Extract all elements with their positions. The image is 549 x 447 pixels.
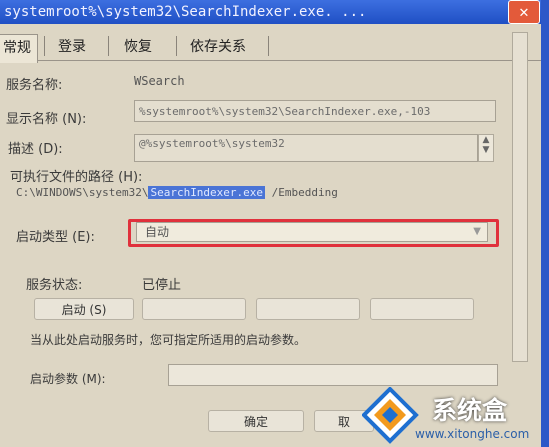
stop-button[interactable] <box>142 298 246 320</box>
tab-recovery[interactable]: 恢复 <box>124 36 152 56</box>
description-label: 描述 (D): <box>8 142 63 157</box>
exe-path-label: 可执行文件的路径 (H): <box>10 170 143 185</box>
service-name-value: WSearch <box>134 74 185 88</box>
service-status-label: 服务状态: <box>26 278 83 293</box>
tab-separator <box>108 36 109 56</box>
pause-button[interactable] <box>256 298 360 320</box>
window-title: systemroot%\system32\SearchIndexer.exe. … <box>4 4 367 20</box>
tab-general[interactable]: 常规 <box>0 34 38 63</box>
right-scrollbar[interactable] <box>512 32 528 362</box>
window-right-edge <box>541 0 549 447</box>
exe-path-suffix: /Embedding <box>265 186 338 199</box>
start-params-label: 启动参数 (M): <box>30 372 106 386</box>
tab-bar: 常规 登录 恢复 依存关系 <box>0 28 541 63</box>
ok-button[interactable]: 确定 <box>208 410 304 432</box>
scroll-down-icon[interactable]: ▼ <box>479 145 493 155</box>
start-button[interactable]: 启动 (S) <box>34 298 134 320</box>
start-params-field[interactable] <box>168 364 498 386</box>
exe-path-value[interactable]: C:\WINDOWS\system32\ SearchIndexer.exe /E… <box>16 186 338 199</box>
logo-icon <box>362 387 419 444</box>
service-name-label: 服务名称: <box>6 78 63 93</box>
exe-path-prefix: C:\WINDOWS\system32\ <box>16 186 149 199</box>
close-button[interactable]: ✕ <box>508 0 540 24</box>
tab-separator <box>176 36 177 56</box>
watermark-title: 系统盒 <box>432 396 508 425</box>
description-field[interactable]: @%systemroot%\system32 <box>134 134 478 162</box>
display-name-label: 显示名称 (N): <box>6 112 87 127</box>
watermark-url: www.xitonghe.com <box>415 427 530 441</box>
window-titlebar[interactable]: systemroot%\system32\SearchIndexer.exe. … <box>0 0 549 24</box>
service-status-value: 已停止 <box>142 278 182 293</box>
close-icon: ✕ <box>519 2 529 21</box>
highlight-box <box>128 219 499 247</box>
scroll-up-icon[interactable]: ▲ <box>479 135 493 145</box>
tab-separator <box>44 36 45 56</box>
display-name-field[interactable]: %systemroot%\system32\SearchIndexer.exe,… <box>134 100 496 122</box>
resume-button[interactable] <box>370 298 474 320</box>
start-params-hint: 当从此处启动服务时，您可指定所适用的启动参数。 <box>30 333 307 347</box>
watermark-logo: 系统盒 www.xitonghe.com <box>362 385 549 447</box>
startup-type-label: 启动类型 (E): <box>16 230 95 245</box>
exe-path-selection[interactable]: SearchIndexer.exe <box>148 186 266 199</box>
description-scrollbar[interactable]: ▲ ▼ <box>478 134 494 162</box>
tab-separator <box>268 36 269 56</box>
tab-logon[interactable]: 登录 <box>58 36 86 56</box>
tab-dependencies[interactable]: 依存关系 <box>190 36 246 56</box>
